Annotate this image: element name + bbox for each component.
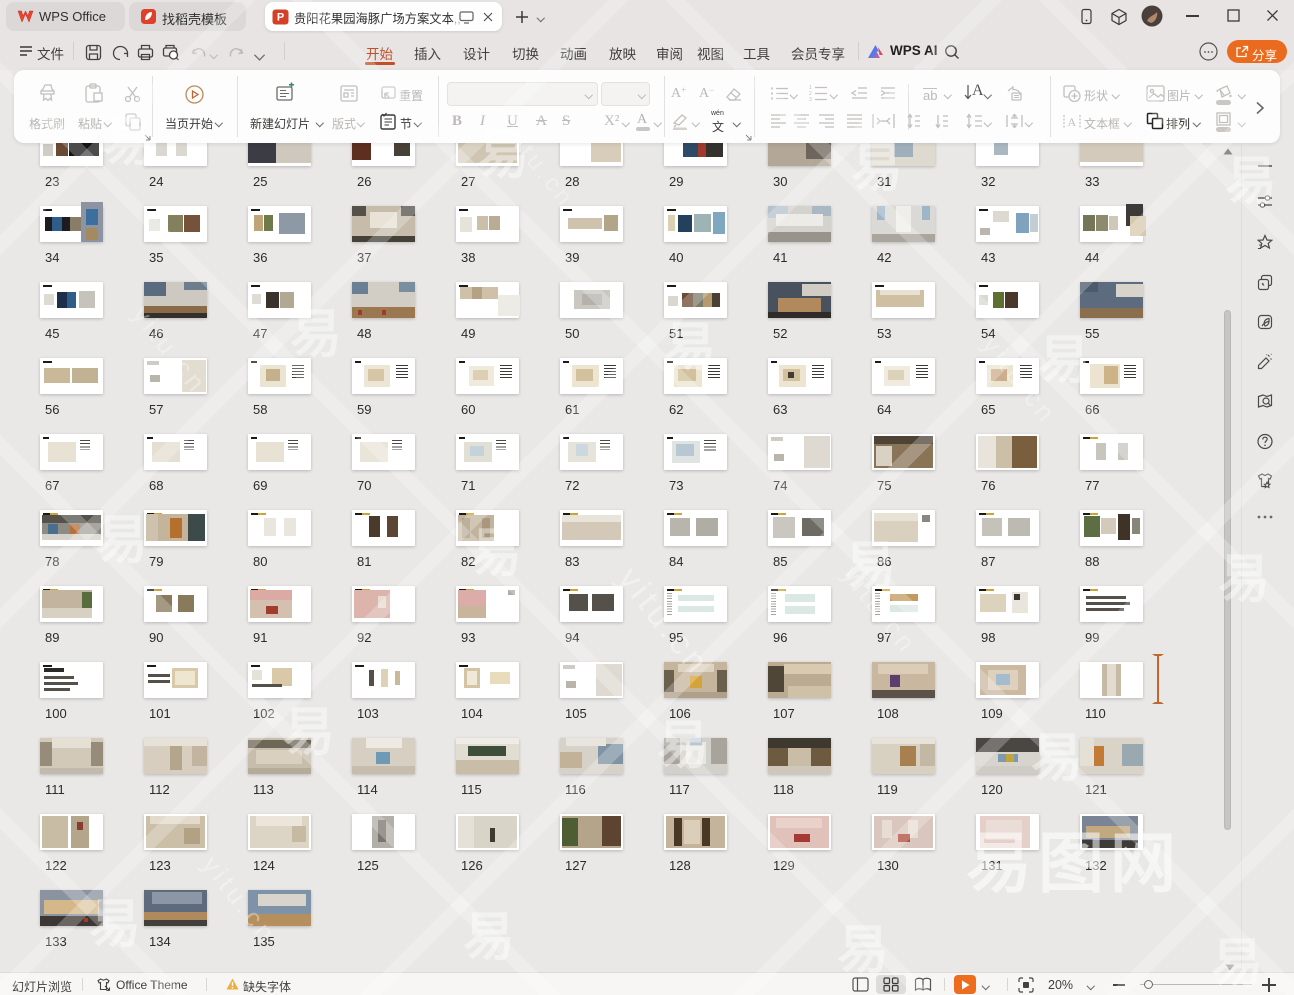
svg-text:P: P: [277, 12, 284, 24]
svg-text:A: A: [1068, 115, 1077, 129]
svg-text:3: 3: [809, 97, 812, 101]
